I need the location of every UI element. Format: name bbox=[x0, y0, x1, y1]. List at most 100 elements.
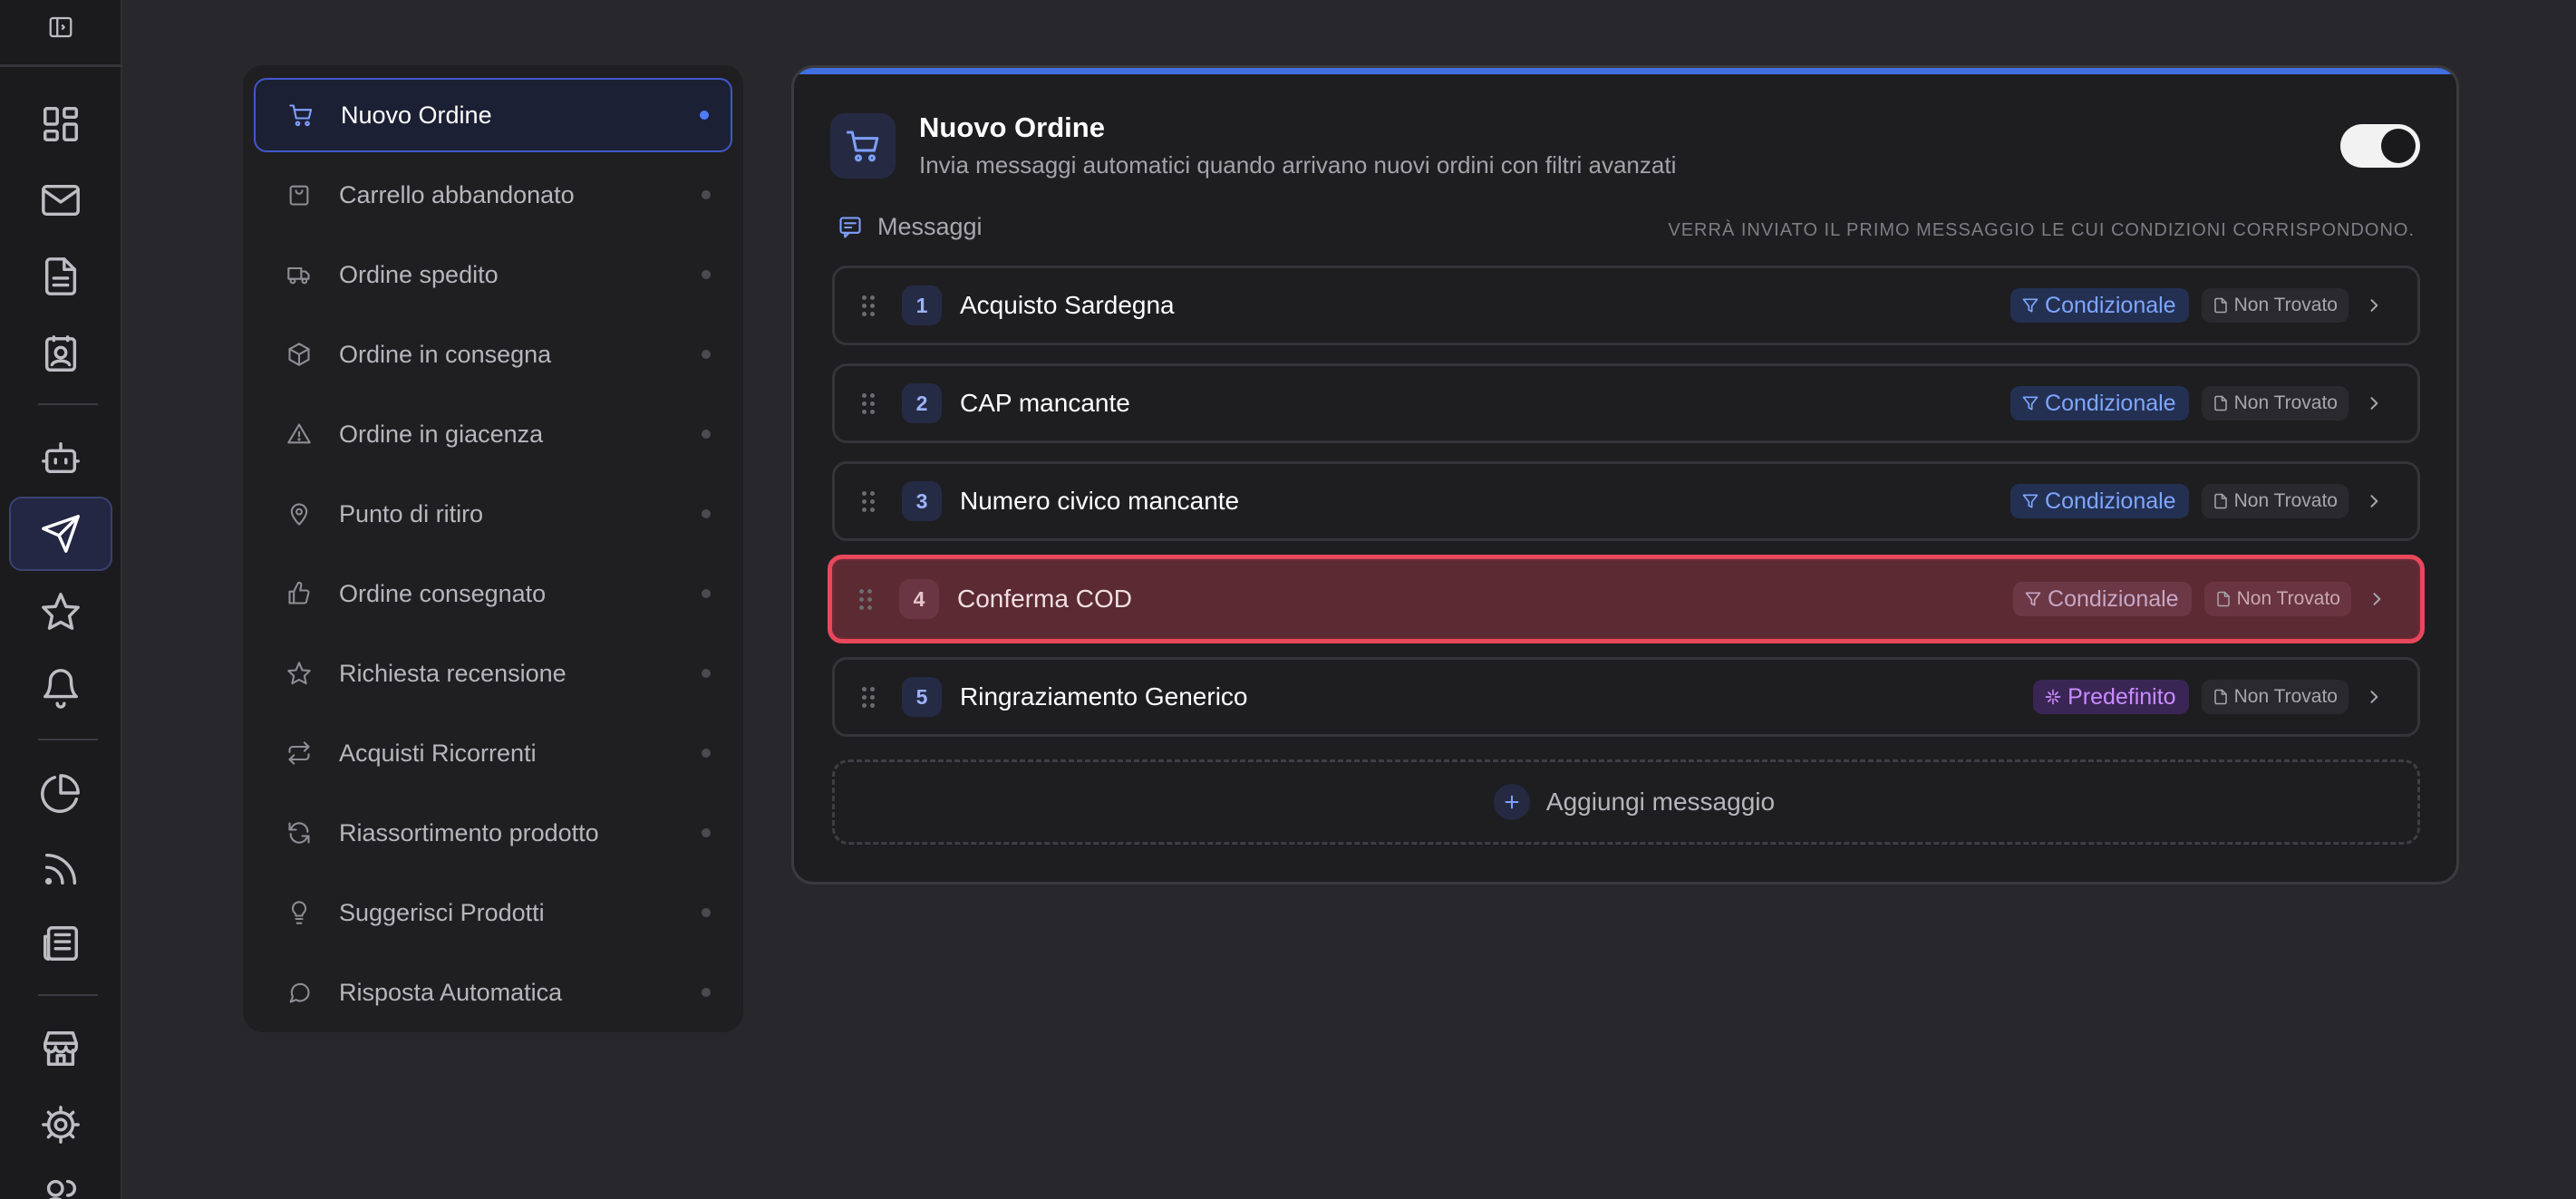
thumbs-up-icon bbox=[285, 579, 314, 608]
trigger-item-acquisti-ricorrenti[interactable]: Acquisti Ricorrenti bbox=[254, 716, 732, 790]
condition-badge: Condizionale bbox=[2013, 582, 2192, 616]
enable-toggle[interactable] bbox=[2340, 124, 2420, 168]
message-name: CAP mancante bbox=[960, 389, 1130, 417]
status-badge: Non Trovato bbox=[2201, 386, 2348, 421]
sparkle-icon bbox=[2045, 689, 2061, 705]
trigger-item-punto-di-ritiro[interactable]: Punto di ritiro bbox=[254, 477, 732, 551]
chevron-right-icon[interactable] bbox=[2368, 590, 2386, 608]
add-message-button[interactable]: Aggiungi messaggio bbox=[832, 759, 2420, 845]
chevron-right-icon[interactable] bbox=[2365, 688, 2383, 706]
trigger-item-nuovo-ordine[interactable]: Nuovo Ordine bbox=[254, 78, 732, 152]
message-row-highlighted[interactable]: 4 Conferma COD Condizionale Non Trovato bbox=[828, 555, 2425, 643]
dashboard-icon[interactable] bbox=[27, 91, 94, 158]
mail-icon[interactable] bbox=[27, 167, 94, 234]
star-icon[interactable] bbox=[27, 578, 94, 645]
newspaper-icon[interactable] bbox=[27, 910, 94, 977]
trigger-item-risposta-automatica[interactable]: Risposta Automatica bbox=[254, 955, 732, 1030]
warning-icon bbox=[285, 420, 314, 449]
rss-icon[interactable] bbox=[27, 836, 94, 903]
message-row[interactable]: 3 Numero civico mancante Condizionale No… bbox=[832, 461, 2420, 541]
document-icon[interactable] bbox=[27, 243, 94, 310]
trigger-label: Carrello abbandonato bbox=[339, 180, 575, 208]
bell-icon[interactable] bbox=[27, 654, 94, 721]
message-number: 2 bbox=[902, 383, 942, 423]
trigger-status-dot bbox=[702, 190, 711, 199]
send-icon[interactable] bbox=[9, 497, 112, 571]
message-square-icon bbox=[839, 216, 861, 238]
cart-icon bbox=[830, 113, 896, 179]
message-row[interactable]: 5 Ringraziamento Generico Predefinito No… bbox=[832, 657, 2420, 737]
message-row[interactable]: 2 CAP mancante Condizionale Non Trovato bbox=[832, 363, 2420, 443]
trigger-item-suggerisci-prodotti[interactable]: Suggerisci Prodotti bbox=[254, 875, 732, 950]
trigger-item-riassortimento-prodotto[interactable]: Riassortimento prodotto bbox=[254, 796, 732, 870]
drag-handle-icon[interactable] bbox=[862, 490, 880, 512]
message-number: 5 bbox=[902, 677, 942, 717]
card-accent-bar bbox=[794, 68, 2456, 74]
trigger-item-ordine-in-consegna[interactable]: Ordine in consegna bbox=[254, 317, 732, 392]
chevron-right-icon[interactable] bbox=[2365, 296, 2383, 314]
drag-handle-icon[interactable] bbox=[862, 392, 880, 414]
trigger-item-ordine-consegnato[interactable]: Ordine consegnato bbox=[254, 556, 732, 631]
trigger-detail-card: Nuovo Ordine Invia messaggi automatici q… bbox=[791, 65, 2459, 885]
trigger-label: Richiesta recensione bbox=[339, 659, 567, 687]
trigger-item-ordine-in-giacenza[interactable]: Ordine in giacenza bbox=[254, 397, 732, 471]
message-name: Acquisto Sardegna bbox=[960, 291, 1175, 319]
chevron-right-icon[interactable] bbox=[2365, 492, 2383, 510]
trigger-item-richiesta-recensione[interactable]: Richiesta recensione bbox=[254, 636, 732, 711]
trigger-label: Ordine consegnato bbox=[339, 579, 547, 607]
badge-label: Predefinito bbox=[2068, 683, 2176, 710]
trigger-item-ordine-spedito[interactable]: Ordine spedito bbox=[254, 237, 732, 312]
trigger-status-dot bbox=[702, 350, 711, 359]
drag-handle-icon[interactable] bbox=[862, 295, 880, 316]
contacts-icon[interactable] bbox=[27, 321, 94, 388]
trigger-label: Ordine in giacenza bbox=[339, 420, 544, 448]
condition-badge: Condizionale bbox=[2010, 386, 2189, 421]
rail-divider bbox=[38, 994, 98, 996]
trigger-status-dot bbox=[702, 509, 711, 518]
message-number: 1 bbox=[902, 285, 942, 325]
badge-label: Condizionale bbox=[2045, 292, 2176, 318]
message-name: Ringraziamento Generico bbox=[960, 682, 1248, 711]
rail-divider bbox=[38, 403, 98, 405]
app-sidebar-rail bbox=[0, 0, 122, 1199]
status-badge: Non Trovato bbox=[2201, 484, 2348, 518]
package-icon bbox=[285, 340, 314, 369]
status-label: Non Trovato bbox=[2233, 490, 2338, 511]
bot-icon[interactable] bbox=[27, 424, 94, 491]
pie-chart-icon[interactable] bbox=[27, 759, 94, 827]
message-row[interactable]: 1 Acquisto Sardegna Condizionale Non Tro… bbox=[832, 266, 2420, 345]
rail-divider bbox=[0, 64, 122, 67]
trigger-label: Risposta Automatica bbox=[339, 978, 563, 1006]
status-badge: Non Trovato bbox=[2201, 680, 2348, 714]
file-icon bbox=[2213, 297, 2227, 314]
default-badge: Predefinito bbox=[2033, 680, 2189, 714]
badge-label: Condizionale bbox=[2045, 488, 2176, 514]
messages-note: VERRÀ INVIATO IL PRIMO MESSAGGIO LE CUI … bbox=[1668, 220, 2415, 240]
trigger-status-dot bbox=[702, 988, 711, 997]
trigger-item-carrello-abbandonato[interactable]: Carrello abbandonato bbox=[254, 158, 732, 232]
status-label: Non Trovato bbox=[2233, 686, 2338, 707]
file-icon bbox=[2216, 591, 2230, 607]
condition-badge: Condizionale bbox=[2010, 484, 2189, 518]
users-icon[interactable] bbox=[27, 1162, 94, 1199]
message-name: Conferma COD bbox=[957, 585, 1132, 613]
trigger-label: Nuovo Ordine bbox=[341, 101, 492, 129]
filter-icon bbox=[2022, 396, 2039, 411]
chat-bubble-icon bbox=[285, 978, 314, 1007]
drag-handle-icon[interactable] bbox=[859, 588, 877, 610]
store-icon[interactable] bbox=[27, 1015, 94, 1082]
panel-toggle-icon[interactable] bbox=[43, 13, 79, 42]
trigger-label: Riassortimento prodotto bbox=[339, 818, 599, 846]
plus-icon bbox=[1493, 784, 1530, 820]
star-icon bbox=[285, 659, 314, 688]
trigger-label: Ordine spedito bbox=[339, 260, 499, 288]
settings-icon[interactable] bbox=[27, 1091, 94, 1158]
card-subtitle: Invia messaggi automatici quando arrivan… bbox=[919, 151, 1677, 179]
drag-handle-icon[interactable] bbox=[862, 686, 880, 708]
message-number: 4 bbox=[899, 579, 939, 619]
chevron-right-icon[interactable] bbox=[2365, 394, 2383, 412]
trigger-label: Punto di ritiro bbox=[339, 499, 484, 527]
trigger-status-dot bbox=[702, 270, 711, 279]
trigger-status-dot bbox=[700, 111, 709, 120]
trigger-label: Acquisti Ricorrenti bbox=[339, 739, 537, 767]
